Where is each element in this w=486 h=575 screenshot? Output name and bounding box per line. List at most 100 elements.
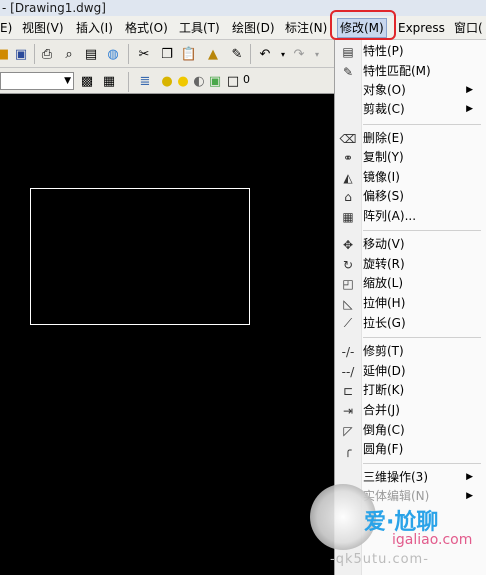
menu-item-chamfer[interactable]: ◸ 倒角(C)	[335, 421, 486, 440]
layer-manager-icon[interactable]: ≣	[136, 72, 154, 90]
publish-icon[interactable]: ▤	[82, 45, 100, 63]
menu-item-label: 镜像(I)	[363, 170, 400, 184]
match-properties-icon[interactable]: ✎	[228, 45, 246, 63]
menu-item-label: 复制(Y)	[363, 150, 404, 164]
menu-item-label: 特性(P)	[363, 44, 404, 58]
trim-icon: -/-	[341, 344, 355, 359]
style-dropdown[interactable]: ▼	[0, 72, 74, 90]
move-icon: ✥	[342, 237, 354, 252]
array-icon: ▦	[342, 209, 354, 224]
menu-item-extend[interactable]: --/ 延伸(D)	[335, 362, 486, 381]
highlight-box	[330, 10, 396, 40]
menu-item-properties[interactable]: ▤ 特性(P)	[335, 42, 486, 61]
chevron-down-icon[interactable]: ▾	[308, 45, 326, 63]
menu-item-label: 移动(V)	[363, 237, 405, 251]
menu-item-label: 倒角(C)	[363, 423, 405, 437]
toolbar-separator	[128, 72, 129, 92]
menu-item-scale[interactable]: ◰ 缩放(L)	[335, 274, 486, 293]
menu-express[interactable]: Express	[398, 19, 445, 37]
globe-icon[interactable]: ◍	[104, 45, 122, 63]
menu-draw[interactable]: 绘图(D)	[232, 19, 275, 37]
named-views-icon[interactable]: ▩	[78, 72, 96, 90]
mirror-icon: ◭	[343, 170, 353, 185]
chevron-down-icon: ▼	[64, 76, 71, 86]
print-icon[interactable]: ⎙	[38, 45, 56, 63]
menu-dimension[interactable]: 标注(N)	[285, 19, 327, 37]
save-icon[interactable]: ▣	[12, 45, 30, 63]
copy-icon[interactable]: ❐	[158, 45, 176, 63]
menu-item-label: 偏移(S)	[363, 189, 404, 203]
menu-item-label: 阵列(A)...	[363, 209, 417, 223]
menu-insert[interactable]: 插入(I)	[76, 19, 113, 37]
menu-item-label: 打断(K)	[363, 383, 405, 397]
offset-icon: ⌂	[344, 189, 352, 204]
watermark-sub: -qk5utu.com-	[330, 552, 429, 567]
match-brush-icon: ✎	[342, 64, 354, 79]
menu-item-label: 删除(E)	[363, 131, 404, 145]
menu-item-label: 旋转(R)	[363, 257, 405, 271]
menu-item-copy[interactable]: ⚭ 复制(Y)	[335, 148, 486, 167]
menu-bar: E) 视图(V) 插入(I) 格式(O) 工具(T) 绘图(D) 标注(N) 修…	[0, 16, 486, 40]
toolbar-separator	[128, 44, 129, 64]
layer-color-icon[interactable]: ▣	[206, 72, 224, 90]
toolbar-separator	[250, 44, 251, 64]
menu-item-join[interactable]: ⇥ 合并(J)	[335, 401, 486, 420]
drawn-rectangle[interactable]	[30, 188, 250, 325]
stretch-icon: ◺	[343, 296, 353, 311]
menu-item-label: 延伸(D)	[363, 364, 406, 378]
menu-item-match-properties[interactable]: ✎ 特性匹配(M)	[335, 62, 486, 81]
window-title: - [Drawing1.dwg]	[0, 0, 486, 16]
menu-window[interactable]: 窗口(	[454, 19, 483, 37]
menu-item-lengthen[interactable]: ⟋ 拉长(G)	[335, 314, 486, 333]
menu-item-clip[interactable]: 剪裁(C) ▶	[335, 100, 486, 119]
toolbar-grip-icon[interactable]: ▦	[100, 72, 118, 90]
menu-item-mirror[interactable]: ◭ 镜像(I)	[335, 168, 486, 187]
menu-item-stretch[interactable]: ◺ 拉伸(H)	[335, 294, 486, 313]
plot-preview-icon[interactable]: ⌕	[60, 45, 78, 63]
break-icon: ⊏	[342, 383, 354, 398]
menu-tools[interactable]: 工具(T)	[179, 19, 220, 37]
menu-item-trim[interactable]: -/- 修剪(T)	[335, 342, 486, 361]
menu-item-fillet[interactable]: ╭ 圆角(F)	[335, 440, 486, 459]
watermark-site: igaliao.com	[392, 532, 473, 548]
copy-object-icon: ⚭	[342, 150, 354, 165]
menu-item-offset[interactable]: ⌂ 偏移(S)	[335, 187, 486, 206]
menu-format[interactable]: 格式(O)	[125, 19, 168, 37]
menu-item-label: 拉长(G)	[363, 316, 406, 330]
menu-item-erase[interactable]: ⌫ 删除(E)	[335, 129, 486, 148]
toolbar-separator	[34, 44, 35, 64]
submenu-arrow-icon: ▶	[466, 85, 473, 95]
join-icon: ⇥	[342, 403, 354, 418]
menu-item-label: 修剪(T)	[363, 344, 404, 358]
menu-item-move[interactable]: ✥ 移动(V)	[335, 235, 486, 254]
menu-item-array[interactable]: ▦ 阵列(A)...	[335, 207, 486, 226]
watermark: 爱·尬聊 igaliao.com -qk5utu.com-	[300, 478, 486, 575]
redo-icon[interactable]: ↷	[290, 45, 308, 63]
menu-item-rotate[interactable]: ↻ 旋转(R)	[335, 255, 486, 274]
drawing-canvas[interactable]	[0, 95, 334, 575]
paste-icon[interactable]: 📋	[180, 45, 198, 63]
menu-item-label: 拉伸(H)	[363, 296, 406, 310]
color-swatch-icon[interactable]: □	[224, 72, 242, 90]
open-icon[interactable]: ■	[0, 45, 12, 63]
menu-item-break[interactable]: ⊏ 打断(K)	[335, 381, 486, 400]
menu-separator	[363, 124, 481, 125]
menu-item-label: 圆角(F)	[363, 442, 404, 456]
menu-separator	[363, 463, 481, 464]
paintbrush-icon[interactable]: ▲	[204, 45, 222, 63]
layer-name[interactable]: 0	[243, 73, 250, 86]
menu-view[interactable]: 视图(V)	[22, 19, 64, 37]
menu-item-label: 对象(O)	[363, 83, 406, 97]
eraser-icon: ⌫	[339, 131, 357, 146]
submenu-arrow-icon: ▶	[466, 104, 473, 114]
extend-icon: --/	[341, 364, 355, 379]
menu-edit[interactable]: E)	[0, 19, 12, 37]
menu-item-label: 特性匹配(M)	[363, 64, 431, 78]
chamfer-icon: ◸	[343, 423, 353, 438]
undo-icon[interactable]: ↶	[256, 45, 274, 63]
menu-separator	[363, 337, 481, 338]
properties-icon: ▤	[342, 44, 354, 59]
menu-item-object[interactable]: 对象(O) ▶	[335, 81, 486, 100]
cut-icon[interactable]: ✂	[135, 45, 153, 63]
lengthen-icon: ⟋	[343, 316, 353, 330]
